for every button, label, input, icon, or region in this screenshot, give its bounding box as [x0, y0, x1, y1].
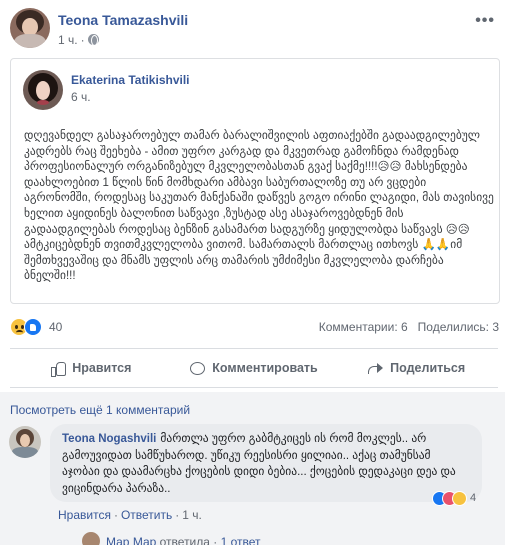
- like-button-label: Нравится: [72, 361, 132, 375]
- post-actions-bar: Нравится Комментировать Поделиться: [10, 348, 498, 388]
- reply-avatar: [82, 532, 100, 545]
- share-icon: [368, 362, 384, 374]
- comment-actions: Нравится · Ответить · 1 ч.: [58, 508, 202, 522]
- engagement-counts: Комментарии: 6 Поделились: 3: [309, 320, 499, 334]
- comment-reaction-count: 4: [470, 492, 477, 504]
- comments-section: Посмотреть ещё 1 комментарий Teona Nogas…: [0, 392, 505, 545]
- post-meta: 1 ч. ·: [58, 33, 99, 47]
- comment-icon: [190, 361, 206, 375]
- author-name[interactable]: Teona Tamazashvili: [58, 12, 188, 28]
- comment-bubble: Teona Nogashvili მართლა უფრო გაბმტკიცეს ი…: [50, 424, 482, 502]
- shared-author-avatar[interactable]: [23, 70, 63, 110]
- reply-count: 1 ответ: [220, 535, 261, 545]
- view-more-comments-link[interactable]: Посмотреть ещё 1 комментарий: [10, 403, 190, 417]
- shared-author-name[interactable]: Ekaterina Tatikishvili: [71, 73, 190, 87]
- like-reaction-icon: [24, 318, 42, 336]
- reaction-count[interactable]: 40: [49, 320, 62, 334]
- like-button[interactable]: Нравится: [10, 349, 173, 387]
- comment-like-link[interactable]: Нравится: [58, 508, 111, 522]
- reply-preview[interactable]: Мар Мар ответила · 1 ответ: [82, 532, 261, 545]
- reply-author: Мар Мар: [106, 535, 157, 545]
- shared-post: Ekaterina Tatikishvili 6 ч. დღევანდელ გა…: [10, 58, 500, 304]
- post-time[interactable]: 1 ч.: [58, 33, 78, 47]
- shared-post-text: დღევანდელ გასაჯაროებულ თამარ ბარალიშვილი…: [24, 130, 494, 283]
- comment-button[interactable]: Комментировать: [173, 349, 336, 387]
- shared-post-time[interactable]: 6 ч.: [71, 90, 91, 104]
- share-button[interactable]: Поделиться: [335, 349, 498, 387]
- comments-count-link[interactable]: Комментарии: 6: [319, 320, 408, 334]
- author-avatar[interactable]: [10, 8, 50, 48]
- more-options-icon[interactable]: •••: [475, 12, 495, 30]
- reply-action: ответила: [159, 535, 210, 545]
- comment-button-label: Комментировать: [212, 361, 318, 375]
- globe-icon[interactable]: [87, 34, 99, 46]
- share-button-label: Поделиться: [390, 361, 466, 375]
- thumbs-up-icon: [51, 361, 67, 377]
- sad-reaction-icon: [452, 491, 467, 506]
- commenter-name[interactable]: Teona Nogashvili: [62, 433, 156, 445]
- shares-count-link[interactable]: Поделились: 3: [418, 320, 499, 334]
- post-header: Teona Tamazashvili 1 ч. · •••: [0, 0, 505, 52]
- comment-time[interactable]: 1 ч.: [182, 508, 202, 522]
- commenter-avatar[interactable]: [9, 426, 41, 458]
- comment-reply-link[interactable]: Ответить: [121, 508, 172, 522]
